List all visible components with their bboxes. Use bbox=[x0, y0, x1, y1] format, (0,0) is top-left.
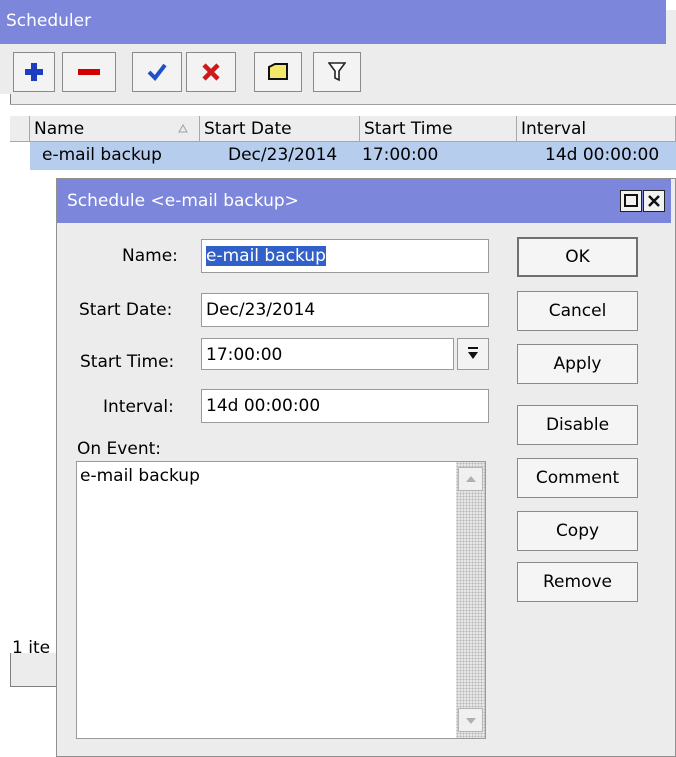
scheduler-title: Scheduler bbox=[6, 11, 92, 31]
close-button[interactable] bbox=[643, 190, 665, 212]
scheduler-title-bar[interactable]: Scheduler bbox=[0, 0, 666, 44]
column-header-name-label: Name bbox=[34, 119, 85, 139]
column-header-name[interactable]: Name bbox=[30, 116, 200, 142]
ok-button[interactable]: OK bbox=[517, 237, 638, 277]
interval-field[interactable]: 14d 00:00:00 bbox=[201, 389, 489, 423]
column-header-start-date[interactable]: Start Date bbox=[200, 116, 360, 142]
filter-icon bbox=[328, 62, 346, 82]
name-field[interactable]: e-mail backup bbox=[201, 239, 489, 273]
column-header-blank bbox=[10, 116, 30, 142]
start-date-label: Start Date: bbox=[79, 300, 173, 320]
column-header-start-date-label: Start Date bbox=[204, 119, 292, 139]
sort-ascending-icon bbox=[178, 124, 188, 133]
comment-button-dialog[interactable]: Comment bbox=[517, 458, 638, 498]
start-date-field[interactable]: Dec/23/2014 bbox=[201, 293, 489, 327]
on-event-scrollbar[interactable] bbox=[456, 462, 485, 738]
dialog-title-bar[interactable]: Schedule <e-mail backup> bbox=[57, 179, 671, 223]
start-time-field[interactable]: 17:00:00 bbox=[201, 338, 454, 370]
on-event-text: e-mail backup bbox=[80, 466, 200, 486]
status-text: 1 ite bbox=[12, 638, 51, 658]
copy-button[interactable]: Copy bbox=[517, 511, 638, 551]
enable-icon bbox=[147, 63, 167, 81]
row-start-date: Dec/23/2014 bbox=[228, 145, 338, 165]
column-header-interval-label: Interval bbox=[521, 119, 587, 139]
start-time-field-value: 17:00:00 bbox=[206, 345, 283, 365]
name-label: Name: bbox=[122, 246, 178, 266]
on-event-label: On Event: bbox=[77, 439, 161, 459]
row-interval: 14d 00:00:00 bbox=[545, 145, 660, 165]
start-date-field-value: Dec/23/2014 bbox=[206, 300, 316, 320]
start-time-label: Start Time: bbox=[80, 352, 175, 372]
disable-button-dialog[interactable]: Disable bbox=[517, 405, 638, 445]
remove-icon bbox=[78, 69, 100, 75]
filter-button[interactable] bbox=[313, 52, 361, 92]
remove-button-dialog[interactable]: Remove bbox=[517, 562, 638, 602]
remove-button[interactable] bbox=[62, 52, 116, 92]
start-time-dropdown[interactable] bbox=[457, 338, 489, 370]
column-header-interval[interactable]: Interval bbox=[517, 116, 676, 142]
scroll-down-button[interactable] bbox=[458, 708, 483, 732]
dialog-title: Schedule <e-mail backup> bbox=[67, 191, 299, 211]
comment-button[interactable] bbox=[254, 52, 302, 92]
scroll-up-icon bbox=[466, 476, 476, 482]
interval-label: Interval: bbox=[103, 397, 174, 417]
interval-field-value: 14d 00:00:00 bbox=[206, 396, 321, 416]
add-button[interactable] bbox=[13, 52, 55, 92]
disable-icon bbox=[202, 63, 220, 81]
close-icon bbox=[648, 195, 660, 207]
column-header-start-time[interactable]: Start Time bbox=[360, 116, 517, 142]
add-icon bbox=[25, 63, 43, 81]
maximize-button[interactable] bbox=[620, 190, 642, 212]
maximize-icon bbox=[624, 194, 638, 207]
name-field-value: e-mail backup bbox=[206, 246, 326, 266]
row-start-time: 17:00:00 bbox=[362, 145, 439, 165]
column-header-start-time-label: Start Time bbox=[364, 119, 453, 139]
scroll-down-icon bbox=[466, 718, 476, 724]
dropdown-arrow-icon bbox=[468, 347, 478, 359]
cancel-button[interactable]: Cancel bbox=[517, 291, 638, 331]
row-name: e-mail backup bbox=[42, 145, 162, 165]
scroll-up-button[interactable] bbox=[458, 467, 483, 491]
apply-button[interactable]: Apply bbox=[517, 344, 638, 384]
comment-icon bbox=[268, 63, 288, 80]
on-event-textarea[interactable] bbox=[76, 461, 486, 739]
disable-button[interactable] bbox=[186, 52, 236, 92]
enable-button[interactable] bbox=[132, 52, 182, 92]
